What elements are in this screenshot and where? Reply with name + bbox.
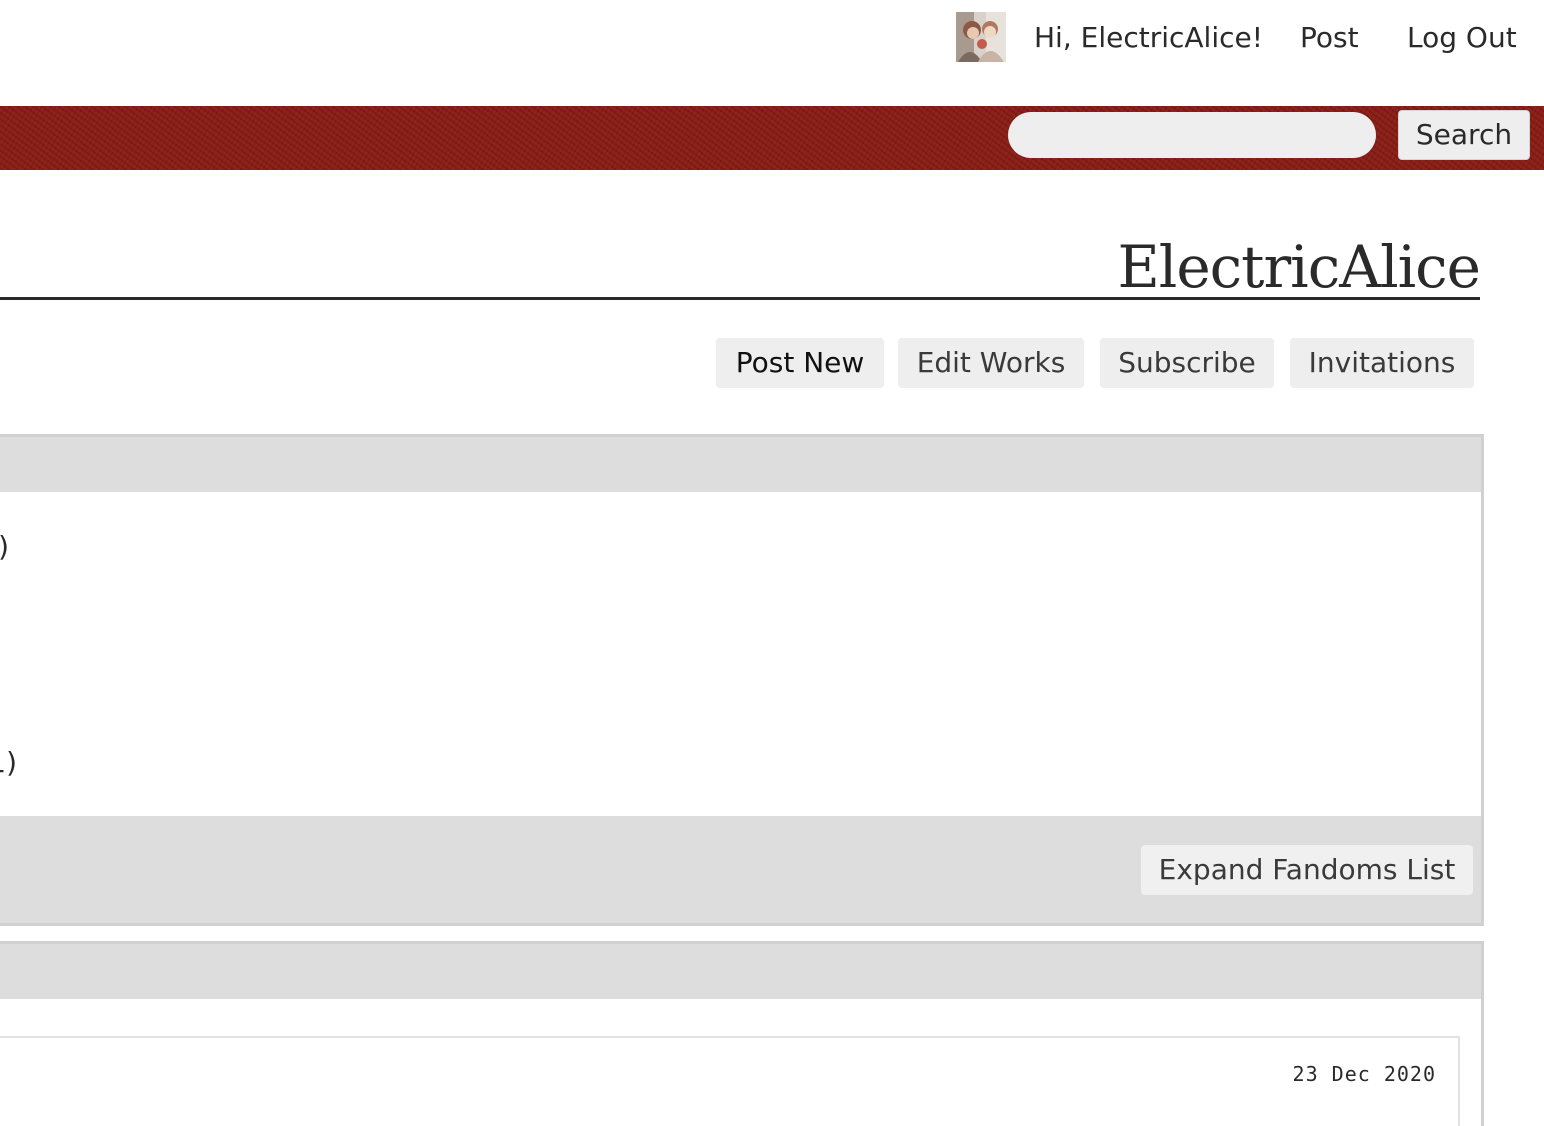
search-button[interactable]: Search	[1398, 110, 1530, 160]
post-link[interactable]: Post	[1300, 18, 1359, 58]
expand-fandoms-button[interactable]: Expand Fandoms List	[1141, 845, 1473, 895]
works-panel: 23 Dec 2020	[0, 941, 1484, 1126]
heading-divider	[0, 297, 1480, 300]
user-avatar-icon[interactable]	[956, 12, 1006, 62]
user-greeting[interactable]: Hi, ElectricAlice!	[1034, 18, 1263, 58]
fandom-count: )	[0, 529, 9, 565]
dashboard-page: Hi, ElectricAlice! Post Log Out Search E…	[0, 0, 1544, 1126]
page-title: ElectricAlice	[1117, 233, 1481, 301]
works-panel-header	[0, 944, 1481, 999]
invitations-button[interactable]: Invitations	[1290, 338, 1474, 388]
fandom-count: 1)	[0, 746, 17, 779]
fandoms-panel-footer: Expand Fandoms List	[0, 816, 1481, 923]
post-new-button[interactable]: Post New	[716, 338, 884, 388]
search-input[interactable]	[1008, 112, 1376, 158]
site-header-bar: Search	[0, 106, 1544, 170]
work-date: 23 Dec 2020	[1292, 1062, 1436, 1086]
edit-works-button[interactable]: Edit Works	[898, 338, 1084, 388]
fandoms-panel-header	[0, 437, 1481, 492]
work-list-item[interactable]: 23 Dec 2020	[0, 1036, 1460, 1126]
fandoms-panel: ) 1) Expand Fandoms List	[0, 434, 1484, 926]
logout-link[interactable]: Log Out	[1407, 18, 1517, 58]
subscribe-button[interactable]: Subscribe	[1100, 338, 1274, 388]
user-navigation-bar: Hi, ElectricAlice! Post Log Out	[0, 0, 1544, 106]
